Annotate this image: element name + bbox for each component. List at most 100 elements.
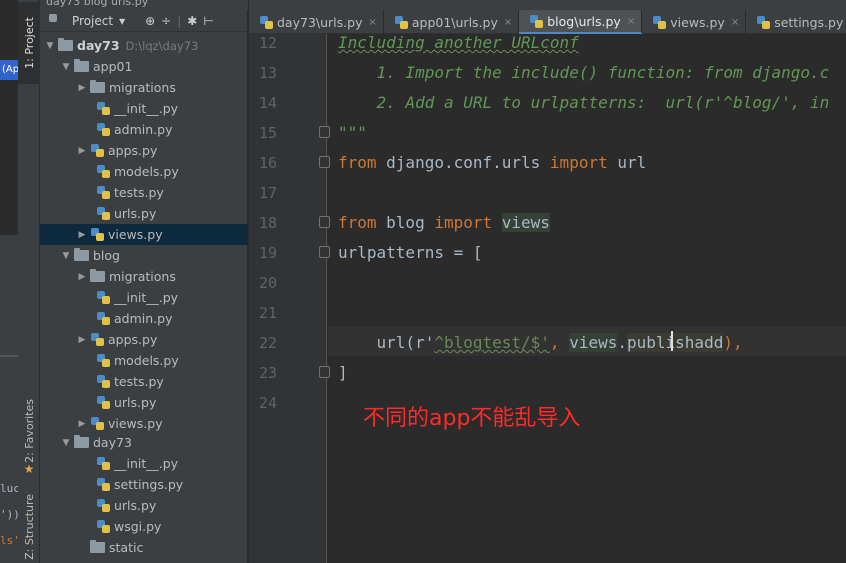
folder-icon [74, 248, 89, 261]
python-file-icon [97, 499, 110, 512]
tree-file[interactable]: __init__.py [40, 287, 248, 308]
expand-arrow-icon[interactable]: ▼ [60, 438, 72, 448]
folder-label: app01 [93, 59, 133, 74]
code-token: . [617, 333, 627, 352]
tree-file[interactable]: urls.py [40, 203, 248, 224]
tree-folder-app01[interactable]: ▼ app01 [40, 56, 248, 77]
tree-file[interactable]: ▶ apps.py [40, 329, 248, 350]
folder-icon [90, 269, 105, 282]
tree-file[interactable]: admin.py [40, 308, 248, 329]
tree-file[interactable]: ▶ views.py [40, 413, 248, 434]
tree-folder-blog[interactable]: ▼ blog [40, 245, 248, 266]
tree-root[interactable]: ▼ day73 D:\lqz\day73 [40, 35, 248, 56]
collapse-arrow-icon[interactable]: ▶ [76, 83, 88, 93]
code-token: , [549, 333, 570, 352]
code-line-14: 2. Add a URL to urlpatterns: url(r'^blog… [338, 93, 830, 112]
root-path: D:\lqz\day73 [125, 38, 199, 53]
hide-icon[interactable]: ⊢ [203, 14, 213, 28]
line-number: 16 [258, 154, 277, 172]
file-label: views.py [108, 416, 163, 431]
chevron-down-icon[interactable]: ▾ [119, 14, 125, 28]
tree-file[interactable]: tests.py [40, 182, 248, 203]
code-line-22: url(r'^blogtest/$', views.publishadd), [338, 328, 743, 358]
file-label: tests.py [114, 185, 164, 200]
code-line-18: from blog import views [338, 208, 550, 238]
close-icon[interactable]: × [504, 17, 512, 28]
line-number: 22 [258, 334, 277, 352]
tab-settings[interactable]: settings.py × [746, 10, 846, 34]
tree-file[interactable]: __init__.py [40, 98, 248, 119]
python-file-icon [97, 478, 110, 491]
close-icon[interactable]: × [627, 16, 635, 27]
import-name-highlighted: views [501, 213, 550, 232]
tree-file[interactable]: wsgi.py [40, 516, 248, 537]
code-token: url(r' [338, 333, 435, 352]
line-number: 14 [258, 94, 277, 112]
tree-folder-static[interactable]: static [40, 537, 248, 558]
collapse-arrow-icon[interactable]: ▶ [76, 230, 88, 240]
expand-arrow-icon[interactable]: ▼ [44, 41, 56, 51]
code-editor[interactable]: 12 13 14 15 16 17 18 19 20 21 22 23 24 I… [249, 34, 846, 563]
fold-marker-icon[interactable] [319, 366, 330, 378]
keyword: import [549, 153, 608, 172]
tree-file[interactable]: models.py [40, 350, 248, 371]
folder-label: migrations [109, 80, 176, 95]
tree-file[interactable]: tests.py [40, 371, 248, 392]
tab-label: views.py [670, 14, 725, 30]
tree-file[interactable]: settings.py [40, 474, 248, 495]
tree-file[interactable]: urls.py [40, 495, 248, 516]
tree-file[interactable]: ▶ apps.py [40, 140, 248, 161]
collapse-arrow-icon[interactable]: ▶ [76, 419, 88, 429]
fold-marker-icon[interactable] [319, 246, 330, 258]
tree-folder-migrations[interactable]: ▶ migrations [40, 266, 248, 287]
code-line-19: urlpatterns = [ [338, 243, 483, 262]
red-annotation-text: 不同的app不能乱导入 [363, 406, 581, 431]
tabs-top-strip [249, 0, 846, 10]
tab-label: settings.py [774, 14, 844, 30]
gear-icon[interactable]: ✱ [187, 14, 197, 28]
tab-day73-urls[interactable]: day73\urls.py × [249, 10, 384, 34]
file-label: settings.py [114, 477, 184, 492]
project-toolbar: Project ▾ ⊕ ÷ | ✱ ⊢ [40, 10, 248, 32]
collapse-arrow-icon[interactable]: ▶ [76, 272, 88, 282]
collapse-arrow-icon[interactable]: ▶ [76, 146, 88, 156]
editor-tabs: day73\urls.py × app01\urls.py × blog\url… [249, 10, 846, 34]
sync-icon[interactable]: ⊕ [145, 14, 155, 28]
tab-blog-urls[interactable]: blog\urls.py × [519, 10, 643, 34]
line-number: 13 [258, 64, 277, 82]
fold-marker-icon[interactable] [319, 156, 330, 168]
file-label: __init__.py [114, 290, 179, 305]
collapse-arrow-icon[interactable]: ▶ [76, 335, 88, 345]
tree-file-selected[interactable]: ▶ views.py [40, 224, 248, 245]
tree-file[interactable]: models.py [40, 161, 248, 182]
folder-icon [90, 80, 105, 93]
tab-structure-tool[interactable]: Z: Structure [18, 492, 40, 562]
module-name: blog [376, 213, 435, 232]
tab-project-tool[interactable]: 1: Project [18, 2, 40, 84]
keyword: import [434, 213, 493, 232]
folder-icon [90, 540, 105, 553]
folder-icon [74, 435, 89, 448]
tab-views[interactable]: views.py × [642, 10, 747, 34]
project-view-selector[interactable]: Project [72, 14, 113, 28]
python-file-icon [97, 186, 110, 199]
expand-arrow-icon[interactable]: ▼ [60, 251, 72, 261]
root-name: day73 [77, 38, 120, 53]
collapse-icon[interactable]: ÷ [161, 14, 171, 28]
file-label: urls.py [114, 395, 157, 410]
close-icon[interactable]: × [731, 17, 739, 28]
file-label: tests.py [114, 374, 164, 389]
tab-favorites-tool[interactable]: 2: Favorites ★ [18, 395, 40, 480]
expand-arrow-icon[interactable]: ▼ [60, 62, 72, 72]
fold-marker-icon[interactable] [319, 216, 330, 228]
fold-marker-icon[interactable] [319, 126, 330, 138]
close-icon[interactable]: × [368, 17, 376, 28]
tree-file[interactable]: admin.py [40, 119, 248, 140]
line-number: 23 [258, 364, 277, 382]
tree-folder-day73[interactable]: ▼ day73 [40, 432, 248, 453]
tree-file[interactable]: urls.py [40, 392, 248, 413]
tab-app01-urls[interactable]: app01\urls.py × [384, 10, 520, 34]
python-file-icon [97, 520, 110, 533]
tree-file[interactable]: __init__.py [40, 453, 248, 474]
tree-folder-migrations[interactable]: ▶ migrations [40, 77, 248, 98]
